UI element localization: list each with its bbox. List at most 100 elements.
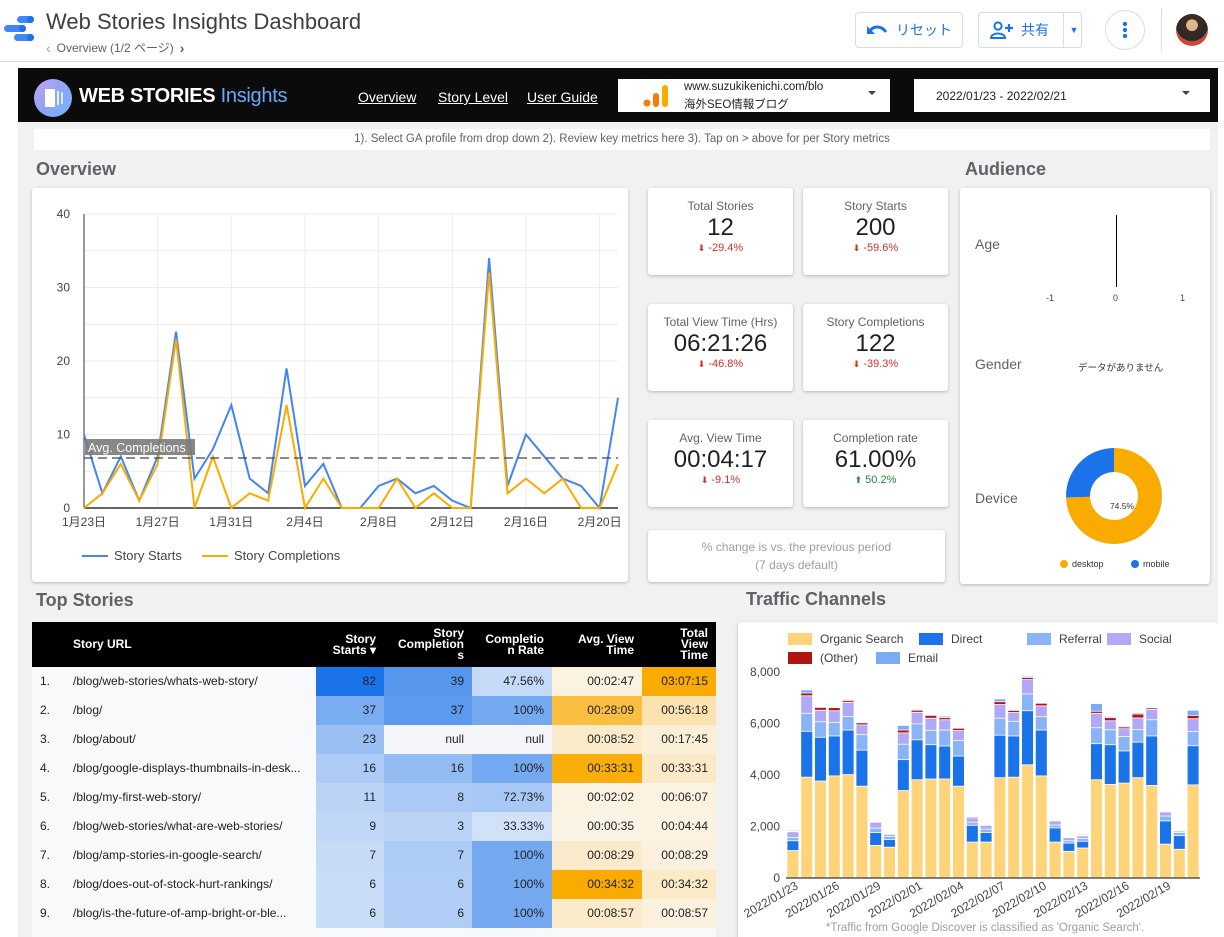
bar-segment[interactable] [1049, 842, 1061, 878]
bar-segment[interactable] [801, 693, 813, 696]
story-url[interactable]: /blog/web-stories/whats-web-story/ [73, 667, 258, 696]
bar-segment[interactable] [801, 690, 813, 693]
bar-segment[interactable] [1104, 730, 1116, 745]
share-dropdown-caret-icon[interactable]: ▼ [1067, 13, 1081, 47]
report-title[interactable]: Web Stories Insights Dashboard [46, 9, 361, 35]
bar-segment[interactable] [787, 832, 799, 838]
bar-segment[interactable] [952, 756, 965, 786]
bar-segment[interactable] [911, 712, 923, 724]
table-row[interactable]: 6. /blog/web-stories/what-are-web-stories… [32, 812, 716, 841]
bar-segment[interactable] [801, 777, 813, 878]
bar-segment[interactable] [1132, 714, 1144, 718]
story-url[interactable]: /blog/does-out-of-stock-hurt-rankings/ [73, 870, 272, 899]
nav-link-story-level[interactable]: Story Level [438, 89, 508, 105]
bar-segment[interactable] [1008, 777, 1020, 878]
bar-segment[interactable] [1159, 812, 1172, 816]
bar-segment[interactable] [1173, 831, 1185, 833]
bar-segment[interactable] [828, 722, 840, 736]
bar-segment[interactable] [1021, 679, 1034, 694]
bar-segment[interactable] [994, 702, 1006, 705]
bar-segment[interactable] [814, 737, 827, 781]
bar-segment[interactable] [1173, 832, 1185, 836]
bar-segment[interactable] [842, 700, 854, 702]
bar-segment[interactable] [1063, 851, 1075, 878]
bar-segment[interactable] [1077, 848, 1089, 878]
bar-segment[interactable] [911, 780, 923, 878]
table-row[interactable]: 3./blog/about/23 null null 00:08:52 00:17:45 [32, 725, 716, 754]
story-url[interactable]: /blog/google-displays-thumbnails-in-desk… [73, 754, 300, 783]
bar-segment[interactable] [1090, 713, 1103, 728]
bar-segment[interactable] [801, 731, 813, 777]
bar-segment[interactable] [856, 735, 868, 750]
bar-segment[interactable] [952, 786, 965, 878]
bar-segment[interactable] [1146, 708, 1158, 710]
prev-page-icon[interactable]: ‹ [46, 40, 51, 56]
bar-segment[interactable] [994, 718, 1006, 735]
header-story-url[interactable]: Story URL [73, 622, 132, 667]
table-row[interactable]: 9. /blog/is-the-future-of-amp-bright-or-b… [32, 899, 716, 928]
bar-segment[interactable] [1021, 677, 1034, 680]
bar-segment[interactable] [939, 746, 951, 779]
bar-segment[interactable] [1118, 751, 1130, 783]
bar-segment[interactable] [952, 728, 965, 731]
bar-segment[interactable] [1063, 843, 1075, 851]
bar-segment[interactable] [1049, 825, 1061, 828]
bar-segment[interactable] [1187, 715, 1199, 719]
bar-segment[interactable] [1132, 742, 1144, 778]
ga-profile-dropdown[interactable]: www.suzukikenichi.com/blo 海外SEO情報ブログ [618, 79, 890, 112]
bar-segment[interactable] [897, 730, 909, 733]
bar-segment[interactable] [856, 786, 868, 878]
bar-segment[interactable] [1132, 778, 1144, 878]
bar-segment[interactable] [1090, 711, 1103, 713]
bar-segment[interactable] [1159, 816, 1172, 821]
bar-segment[interactable] [966, 825, 978, 842]
bar-segment[interactable] [801, 713, 813, 731]
bar-segment[interactable] [1077, 838, 1089, 841]
bar-segment[interactable] [925, 779, 937, 878]
bar-segment[interactable] [883, 839, 896, 847]
bar-segment[interactable] [883, 834, 896, 836]
share-button[interactable]: 共有 ▼ [978, 12, 1082, 48]
bar-segment[interactable] [1146, 785, 1158, 878]
bar-segment[interactable] [1049, 828, 1061, 842]
table-row[interactable]: 5./blog/my-first-web-story/11 8 72.73% 00:0… [32, 783, 716, 812]
bar-segment[interactable] [1008, 721, 1020, 736]
overview-line-chart[interactable]: 0 10 20 30 40 1月23日 1月27日 1月31日 2月4日 2月8日 2月12日 2月1… [32, 188, 628, 582]
bar-segment[interactable] [1008, 736, 1020, 777]
nav-link-overview[interactable]: Overview [358, 89, 416, 105]
bar-segment[interactable] [801, 696, 813, 713]
bar-segment[interactable] [897, 744, 909, 760]
bar-segment[interactable] [1035, 717, 1047, 730]
bar-segment[interactable] [897, 725, 909, 730]
traffic-bar-chart[interactable]: 02,0004,0006,0008,0002022/01/232022/01/2… [738, 622, 1218, 922]
bar-segment[interactable] [994, 778, 1006, 878]
bar-segment[interactable] [883, 847, 896, 878]
table-row[interactable]: 8. /blog/does-out-of-stock-hurt-rankings/… [32, 870, 716, 899]
reset-button[interactable]: リセット [855, 12, 963, 48]
bar-segment[interactable] [980, 825, 992, 829]
bar-segment[interactable] [1146, 709, 1158, 720]
bar-segment[interactable] [925, 718, 937, 731]
story-url[interactable]: /blog/web-stories/what-are-web-stories/ [73, 812, 282, 841]
bar-segment[interactable] [842, 730, 854, 775]
bar-segment[interactable] [1118, 783, 1130, 878]
story-url[interactable]: /blog/amp-stories-in-google-search/ [73, 841, 262, 870]
table-row[interactable]: 7./blog/amp-stories-in-google-search/7 7 1… [32, 841, 716, 870]
bar-segment[interactable] [1173, 836, 1185, 849]
bar-segment[interactable] [1035, 706, 1047, 717]
bar-segment[interactable] [1132, 729, 1144, 742]
bar-segment[interactable] [939, 716, 951, 718]
bar-segment[interactable] [870, 822, 882, 828]
bar-segment[interactable] [980, 829, 992, 833]
bar-segment[interactable] [883, 836, 896, 840]
bar-segment[interactable] [994, 699, 1006, 702]
bar-segment[interactable] [1104, 784, 1116, 878]
bar-segment[interactable] [1159, 821, 1172, 844]
bar-segment[interactable] [911, 710, 923, 712]
header-story-completions[interactable]: Story Completion s [384, 622, 464, 667]
user-avatar[interactable] [1176, 14, 1208, 46]
bar-segment[interactable] [1187, 731, 1199, 746]
bar-segment[interactable] [1021, 765, 1034, 878]
story-url[interactable]: /blog/is-the-future-of-amp-bright-or-ble… [73, 899, 286, 928]
bar-segment[interactable] [828, 711, 840, 723]
